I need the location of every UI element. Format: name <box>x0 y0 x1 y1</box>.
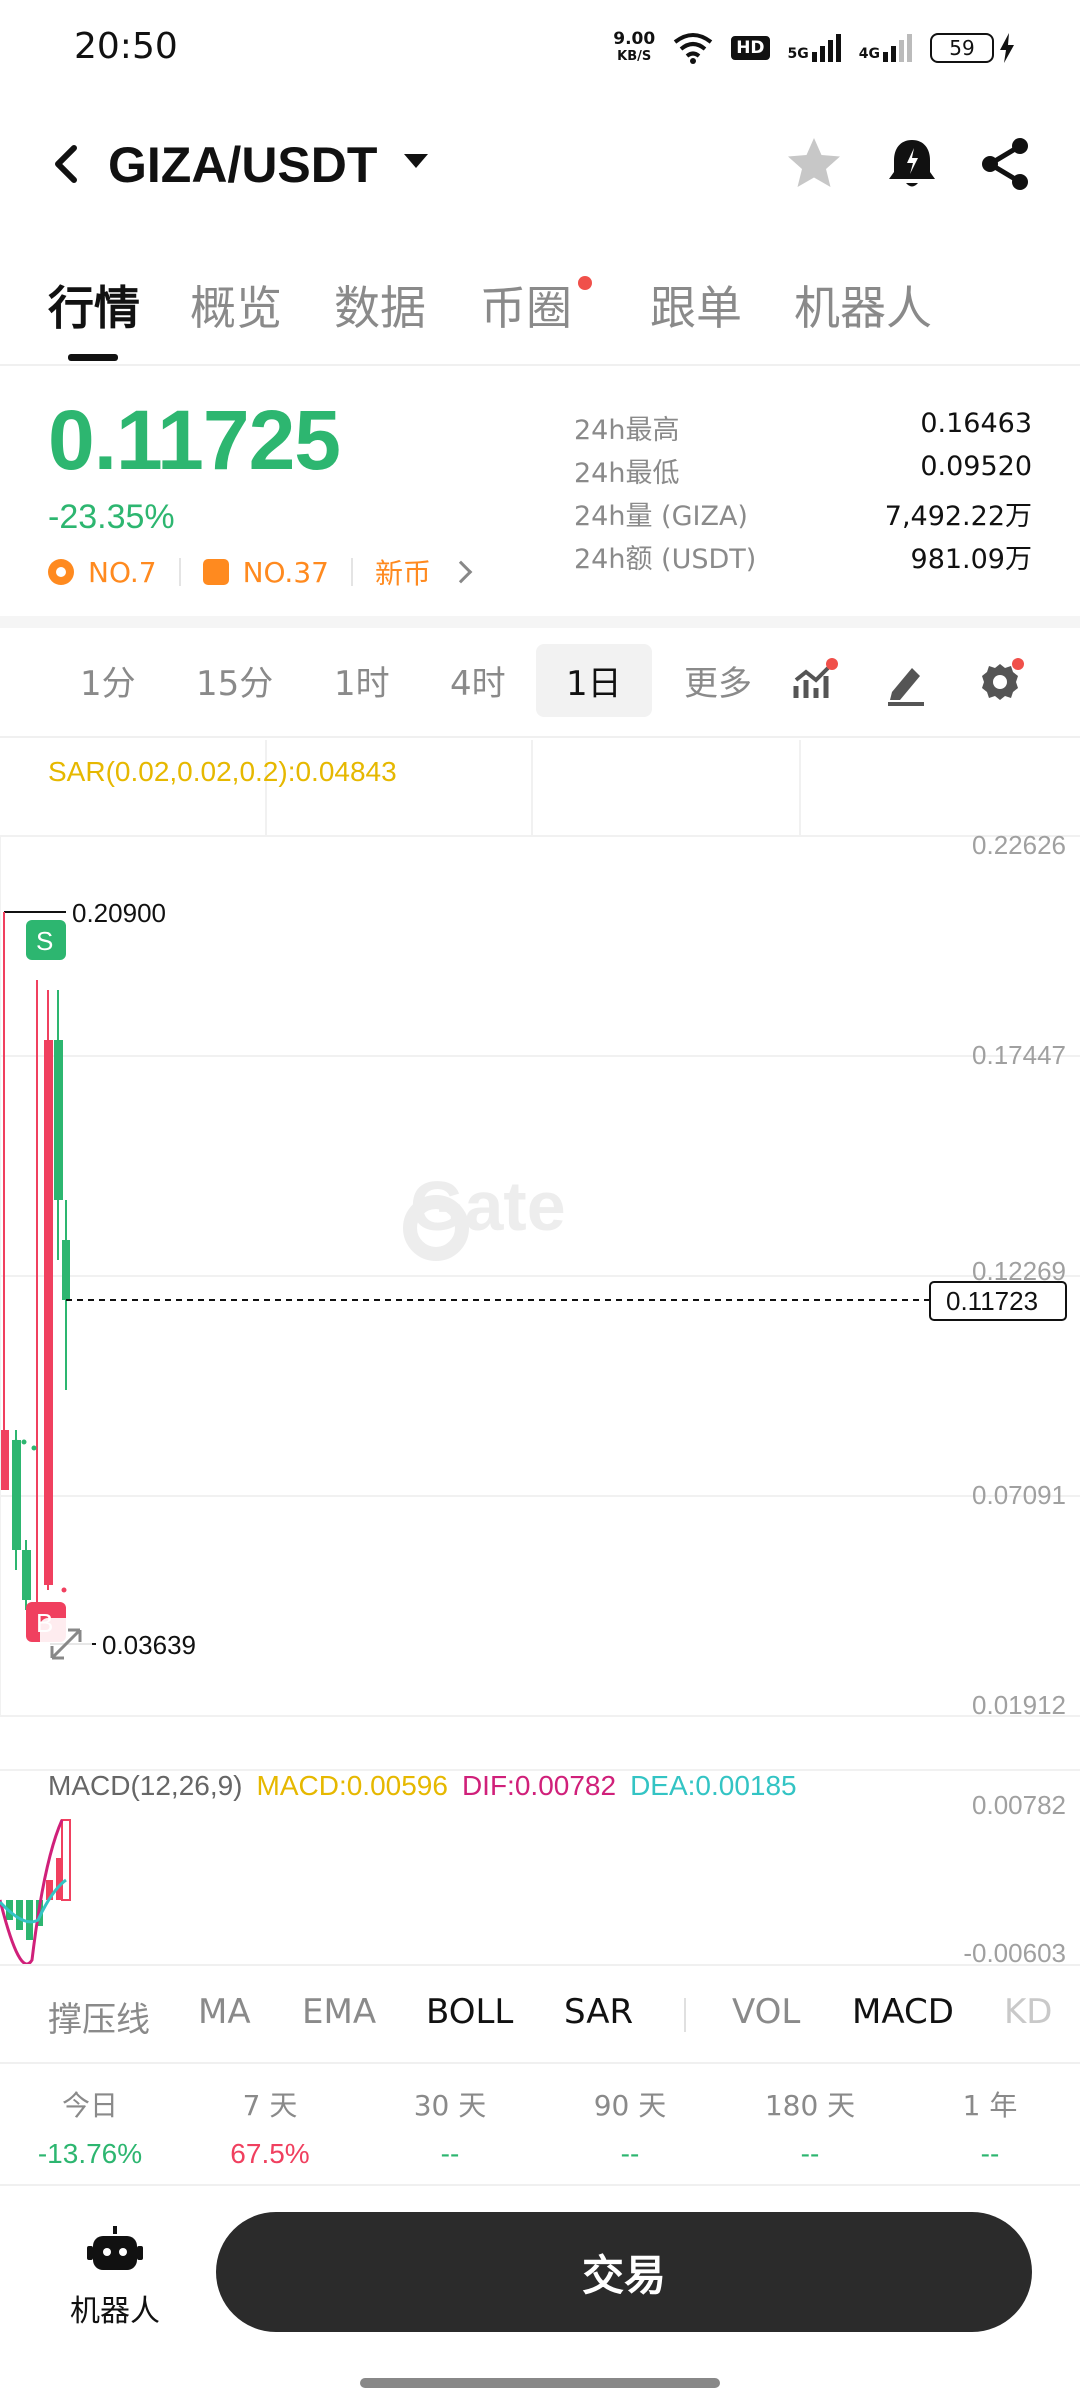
stat-turnover: 24h额 (USDT) 981.09万 <box>574 544 1032 575</box>
indicator-vol[interactable]: VOL <box>732 1992 800 2032</box>
network-speed: 9.00 KB/S <box>613 29 656 65</box>
interval-1m[interactable]: 1分 <box>80 656 136 705</box>
kline-chart[interactable]: Gate 0.20900 0.03639 S 0.11723 0.22626 0… <box>0 740 1080 1970</box>
tab-underline <box>68 354 118 361</box>
rank-row[interactable]: NO.7 NO.37 新币 <box>48 552 473 592</box>
dif-value: DIF:0.00782 <box>461 1770 617 1801</box>
macd-labels: MACD(12,26,9) MACD:0.00596 DIF:0.00782 D… <box>48 1770 797 1802</box>
rank-2: NO.37 <box>242 555 329 589</box>
indicator-ema[interactable]: EMA <box>302 1992 376 2032</box>
indicator-boll[interactable]: BOLL <box>426 1992 513 2032</box>
indicator-sar[interactable]: SAR <box>564 1992 633 2032</box>
perf-today: 今日 -13.76% <box>37 2089 143 2169</box>
svg-text:0.11723: 0.11723 <box>946 1286 1038 1316</box>
status-icons: 9.00 KB/S HD 5G 4G 59 <box>613 22 1016 74</box>
stats-table: 24h最高 0.16463 24h最低 0.09520 24h量 (GIZA) 7,4… <box>574 408 1032 580</box>
divider <box>0 2184 1080 2186</box>
expand-icon[interactable] <box>40 1618 92 1670</box>
change-percent: -23.35% <box>48 498 175 536</box>
sar-label: SAR(0.02,0.02,0.2):0.04843 <box>48 756 397 787</box>
main-tabs: 行情 概览 数据 币圈 跟单 机器人 <box>0 262 1080 362</box>
tab-community[interactable]: 币圈 <box>480 272 572 338</box>
interval-1d[interactable]: 1日 <box>536 644 652 717</box>
rank-1: NO.7 <box>88 555 157 589</box>
indicator-macd[interactable]: MACD <box>852 1992 954 2032</box>
signal-icon: 5G <box>788 34 841 62</box>
chart-rank-icon <box>202 559 229 585</box>
stat-high: 24h最高 0.16463 <box>574 408 1032 446</box>
tab-overview[interactable]: 概览 <box>190 272 282 338</box>
perf-1y: 1 年 -- <box>962 2089 1018 2169</box>
y-label-4: 0.07091 <box>972 1480 1066 1510</box>
hd-badge: HD <box>731 36 770 60</box>
status-time: 20:50 <box>74 26 178 67</box>
perf-180d: 180 天 -- <box>764 2089 856 2169</box>
interval-1h[interactable]: 1时 <box>334 656 390 705</box>
y-label-3: 0.12269 <box>972 1256 1066 1286</box>
perf-7d: 7 天 67.5% <box>230 2089 310 2169</box>
robot-icon <box>87 2226 143 2270</box>
tab-data[interactable]: 数据 <box>334 272 426 338</box>
settings-icon[interactable] <box>976 658 1024 706</box>
robot-label: 机器人 <box>70 2294 160 2329</box>
battery-icon: 59 <box>930 33 1016 63</box>
dea-value: DEA:0.00185 <box>630 1770 797 1801</box>
charging-icon <box>1000 33 1014 63</box>
section-gap <box>0 616 1080 628</box>
star-icon[interactable] <box>782 132 846 196</box>
trade-button[interactable]: 交易 <box>216 2212 1032 2332</box>
draw-icon[interactable] <box>882 658 930 706</box>
y-label-5: 0.01912 <box>972 1690 1066 1720</box>
rank-icon <box>48 559 74 585</box>
stat-low: 24h最低 0.09520 <box>574 451 1032 489</box>
notification-dot <box>578 276 592 290</box>
perf-90d: 90 天 -- <box>593 2089 667 2169</box>
perf-30d: 30 天 -- <box>413 2089 487 2169</box>
last-price: 0.11725 <box>48 393 341 487</box>
new-coin-tag: 新币 <box>374 557 431 590</box>
macd-value: MACD:0.00596 <box>256 1770 448 1801</box>
home-indicator[interactable] <box>360 2378 720 2388</box>
performance-row: 今日 -13.76% 7 天 67.5% 30 天 -- 90 天 -- 180… <box>0 2066 1080 2186</box>
ticker-summary: 0.11725 -23.35% NO.7 NO.37 新币 24h最高 0.164… <box>0 368 1080 616</box>
interval-bar: 1分 15分 1时 4时 1日 更多 <box>0 628 1080 734</box>
divider <box>0 2062 1080 2064</box>
bottom-bar: 机器人 交易 <box>0 2188 1080 2408</box>
tab-bots[interactable]: 机器人 <box>794 272 932 338</box>
divider <box>0 364 1080 366</box>
low-marker: 0.03639 <box>102 1630 196 1660</box>
back-icon[interactable] <box>40 134 90 194</box>
robot-button[interactable]: 机器人 <box>60 2224 170 2330</box>
status-bar: 20:50 9.00 KB/S HD 5G 4G 59 <box>0 0 1080 96</box>
macd-y-top: 0.00782 <box>972 1790 1066 1820</box>
interval-4h[interactable]: 4时 <box>450 656 506 705</box>
share-icon[interactable] <box>974 132 1038 196</box>
header: GIZA/USDT <box>0 110 1080 220</box>
indicator-icon[interactable] <box>790 658 838 706</box>
indicator-bar: 撑压线 MA EMA BOLL SAR VOL MACD KD <box>0 1966 1080 2062</box>
indicator-ma[interactable]: MA <box>198 1992 251 2032</box>
pair-title[interactable]: GIZA/USDT <box>108 136 377 194</box>
tab-market[interactable]: 行情 <box>48 272 140 338</box>
y-label-1: 0.22626 <box>972 830 1066 860</box>
interval-15m[interactable]: 15分 <box>196 656 273 705</box>
macd-name: MACD(12,26,9) <box>48 1770 243 1801</box>
tab-copy-trading[interactable]: 跟单 <box>650 272 742 338</box>
wifi-icon <box>673 33 713 64</box>
high-marker: 0.20900 <box>72 898 166 928</box>
macd-chart <box>0 1819 71 1966</box>
divider <box>0 736 1080 738</box>
y-label-2: 0.17447 <box>972 1040 1066 1070</box>
interval-more[interactable]: 更多 <box>684 656 752 705</box>
stat-volume: 24h量 (GIZA) 7,492.22万 <box>574 501 1032 532</box>
indicator-support[interactable]: 撑压线 <box>48 1992 150 2041</box>
chevron-down-icon[interactable] <box>404 154 428 168</box>
signal-icon-2: 4G <box>859 34 912 62</box>
svg-text:S: S <box>36 926 53 956</box>
chevron-right-icon <box>449 560 473 584</box>
alert-bell-icon[interactable] <box>880 132 944 196</box>
indicator-kd[interactable]: KD <box>1004 1992 1052 2032</box>
